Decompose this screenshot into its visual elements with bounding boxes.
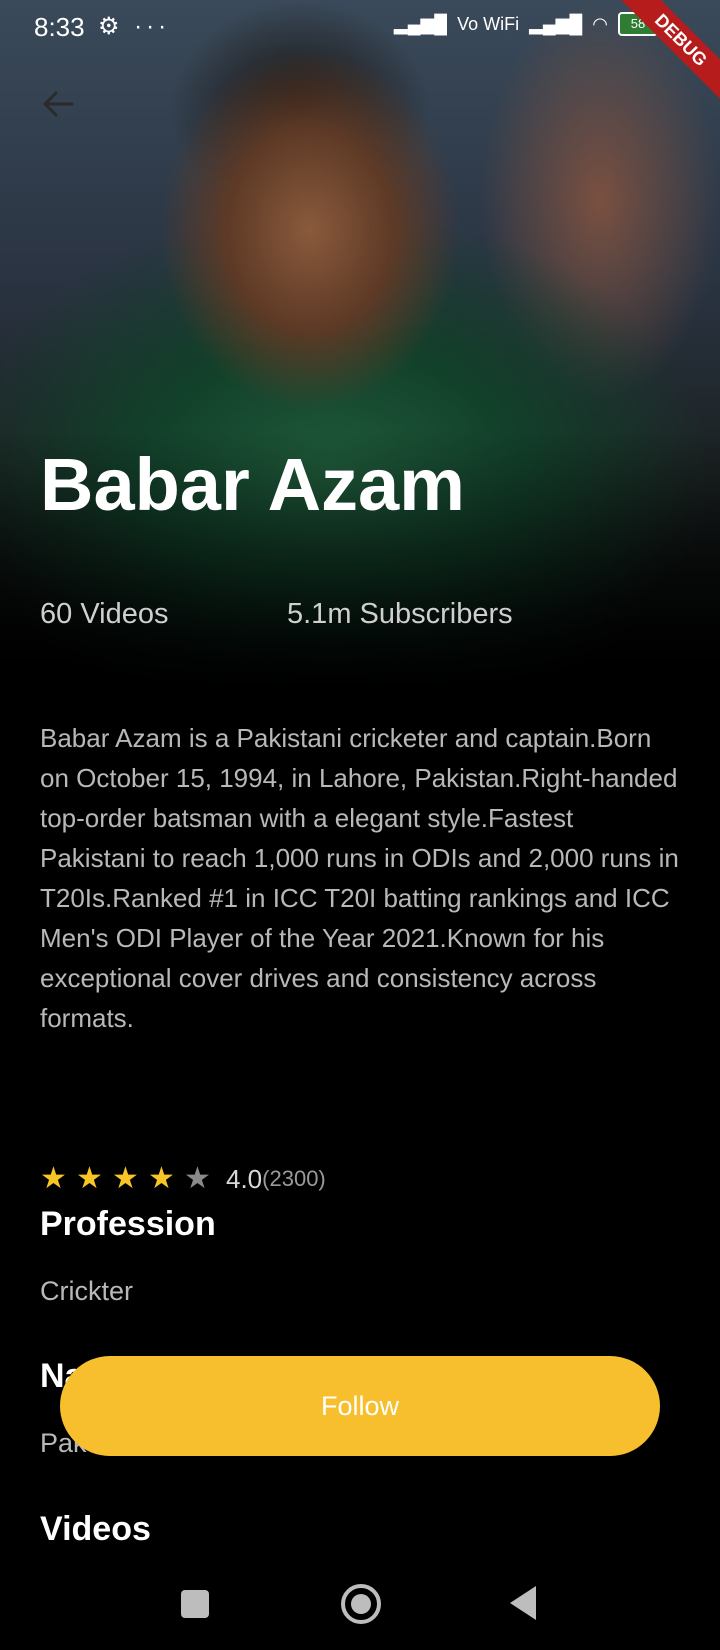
- star-icon: ★: [112, 1162, 139, 1195]
- network-label: Vo WiFi: [457, 13, 520, 34]
- home-circle-icon[interactable]: [341, 1584, 381, 1624]
- star-icon: ★: [76, 1162, 103, 1195]
- star-icon: ★: [148, 1162, 175, 1195]
- channel-description: Babar Azam is a Pakistani cricketer and …: [40, 723, 679, 1033]
- status-right-icons: ▂▄▆█ Vo WiFi ▂▄▆█ ◠ 58: [394, 12, 658, 36]
- back-triangle-icon[interactable]: [510, 1586, 536, 1620]
- rating-value: 4.0: [226, 1163, 263, 1194]
- wifi-icon: ◠: [592, 13, 608, 34]
- star-empty-icon: ★: [184, 1162, 211, 1195]
- system-nav-bar: [0, 1560, 720, 1650]
- videos-heading: Videos: [40, 1510, 151, 1548]
- back-arrow-icon[interactable]: [38, 84, 78, 124]
- rating-count: (2300): [262, 1166, 326, 1191]
- signal-icon: ▂▄▆█: [393, 13, 448, 34]
- videos-count: 60 Videos: [40, 598, 169, 630]
- profession-heading: Profession: [40, 1205, 216, 1243]
- follow-button[interactable]: Follow: [60, 1356, 660, 1456]
- status-time: 8:33: [34, 12, 85, 42]
- star-icon: ★: [40, 1162, 67, 1195]
- rating-row: ★ ★ ★ ★ ★ 4.0 (2300): [40, 1162, 326, 1196]
- recents-square-icon[interactable]: [181, 1590, 209, 1618]
- status-bar: 8:33 ⚙ ··· ▂▄▆█ Vo WiFi ▂▄▆█ ◠ 58: [0, 0, 720, 54]
- notification-icons: ⚙ ···: [98, 13, 171, 40]
- channel-name: Babar Azam: [40, 443, 465, 526]
- profession-value: Crickter: [40, 1276, 133, 1306]
- subscribers-count: 5.1m Subscribers: [287, 598, 513, 630]
- signal-icon-2: ▂▄▆█: [529, 13, 583, 34]
- hero-image: [0, 0, 720, 690]
